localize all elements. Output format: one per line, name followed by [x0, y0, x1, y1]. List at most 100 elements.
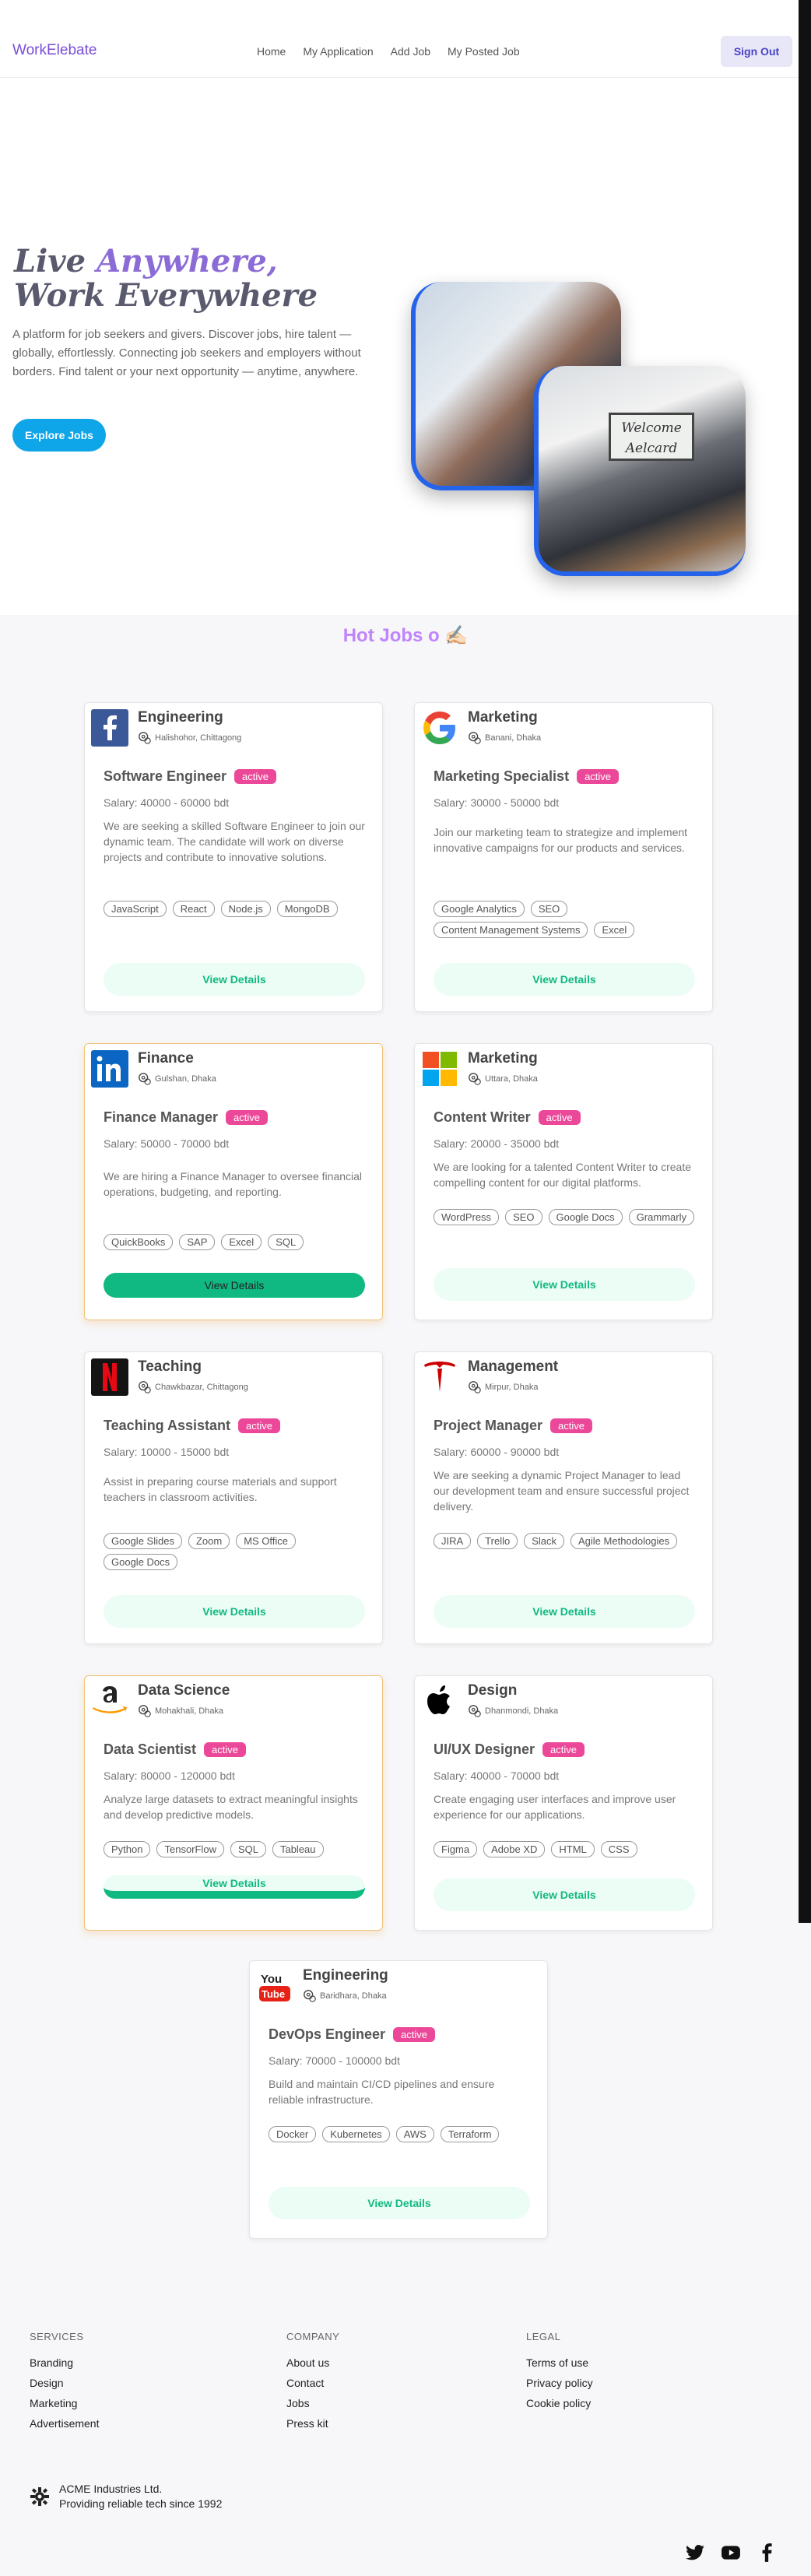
footer-link[interactable]: Terms of use [526, 2356, 593, 2369]
microsoft-logo-icon [423, 1052, 457, 1086]
job-title: UI/UX Designer active [434, 1741, 585, 1758]
youtube-icon[interactable] [721, 2543, 741, 2563]
footer-link[interactable]: Branding [30, 2356, 99, 2369]
job-title: DevOps Engineer active [269, 2026, 436, 2043]
facebook-logo-icon [91, 709, 128, 747]
status-badge: active [238, 1418, 281, 1433]
facebook-icon[interactable] [757, 2543, 777, 2563]
skill-tag: Excel [594, 922, 635, 938]
status-badge: active [393, 2027, 436, 2042]
job-title-text: Content Writer [434, 1109, 531, 1125]
job-salary: Salary: 50000 - 70000 bdt [104, 1137, 230, 1150]
company-text: ACME Industries Ltd. Providing reliable … [59, 2482, 222, 2511]
job-salary: Salary: 70000 - 100000 bdt [269, 2054, 400, 2067]
skill-tag: Google Analytics [434, 901, 525, 917]
skill-tag: Agile Methodologies [571, 1533, 678, 1549]
job-card: You Tube Engineering Baridhara, Dhaka Dev… [249, 1960, 548, 2239]
job-title-text: Finance Manager [104, 1109, 219, 1125]
nav-link-my-posted-job[interactable]: My Posted Job [448, 45, 520, 58]
job-location-text: Baridhara, Dhaka [320, 1991, 387, 2001]
twitter-icon[interactable] [685, 2543, 705, 2563]
footer-link[interactable]: Design [30, 2377, 99, 2389]
job-title-text: Teaching Assistant [104, 1418, 231, 1433]
skill-list: Python TensorFlow SQL Tableau [104, 1841, 368, 1857]
footer-link[interactable]: Privacy policy [526, 2377, 593, 2389]
footer-link[interactable]: Cookie policy [526, 2397, 593, 2409]
job-location: Halishohor, Chittagong [138, 731, 241, 745]
nav-link-home[interactable]: Home [257, 45, 286, 58]
job-description: We are hiring a Finance Manager to overs… [104, 1170, 363, 1198]
view-details-button[interactable]: View Details [104, 1595, 365, 1628]
sign-out-button[interactable]: Sign Out [721, 36, 792, 67]
job-salary: Salary: 80000 - 120000 bdt [104, 1769, 235, 1782]
footer-link[interactable]: Press kit [286, 2417, 339, 2430]
skill-tag: React [172, 901, 215, 917]
job-card: Management Mirpur, Dhaka Project Manager… [414, 1351, 713, 1644]
job-description: We are seeking a dynamic Project Manager… [434, 1469, 690, 1513]
skill-tag: Trello [477, 1533, 518, 1549]
scrollbar[interactable] [799, 0, 811, 1923]
job-title: Software Engineer active [104, 768, 277, 785]
hero-title-accent: Anywhere, [96, 243, 278, 279]
view-details-button[interactable]: View Details [434, 1878, 695, 1911]
job-title-text: UI/UX Designer [434, 1741, 535, 1757]
view-details-button[interactable]: View Details [434, 1268, 695, 1301]
location-pin-icon [469, 1705, 481, 1717]
footer-link[interactable]: Jobs [286, 2397, 339, 2409]
job-card: Marketing Uttara, Dhaka Content Writer ac… [414, 1043, 713, 1320]
explore-jobs-button[interactable]: Explore Jobs [12, 419, 106, 452]
footer-link[interactable]: Marketing [30, 2397, 99, 2409]
status-badge: active [542, 1742, 585, 1757]
welcome-sign: Welcome Aelcard [609, 413, 694, 461]
skill-list: Figma Adobe XD HTML CSS [434, 1841, 698, 1857]
skill-list: JIRA Trello Slack Agile Methodologies [434, 1533, 698, 1549]
view-details-button[interactable]: View Details [104, 963, 365, 996]
job-title: Teaching Assistant active [104, 1418, 281, 1434]
job-salary: Salary: 40000 - 70000 bdt [434, 1769, 560, 1782]
footer-heading: SERVICES [30, 2331, 84, 2342]
view-details-button[interactable]: View Details [104, 1875, 365, 1899]
skill-tag: Figma [434, 1841, 478, 1857]
footer-heading: LEGAL [526, 2331, 561, 2342]
job-location-text: Uttara, Dhaka [485, 1074, 538, 1084]
location-pin-icon [469, 732, 481, 744]
footer [0, 2312, 811, 2576]
view-details-button[interactable]: View Details [104, 1273, 365, 1298]
nav-link-my-application[interactable]: My Application [303, 45, 373, 58]
skill-list: QuickBooks SAP Excel SQL [104, 1234, 368, 1250]
job-salary: Salary: 40000 - 60000 bdt [104, 796, 230, 809]
nav-link-add-job[interactable]: Add Job [391, 45, 430, 58]
job-location-text: Gulshan, Dhaka [155, 1074, 216, 1084]
skill-tag: MS Office [236, 1533, 297, 1549]
status-badge: active [538, 1110, 581, 1125]
linkedin-logo-icon [91, 1050, 128, 1088]
footer-services: SERVICES Branding Design Marketing Adver… [30, 2331, 99, 2437]
job-card: Marketing Banani, Dhaka Marketing Specia… [414, 702, 713, 1012]
skill-tag: SQL [230, 1841, 266, 1857]
view-details-button[interactable]: View Details [434, 1595, 695, 1628]
gear-logo-icon [30, 2487, 49, 2506]
skill-list: JavaScript React Node.js MongoDB [104, 901, 368, 917]
footer-link[interactable]: About us [286, 2356, 339, 2369]
job-location-text: Dhanmondi, Dhaka [485, 1706, 559, 1716]
hot-jobs-title: Hot Jobs o ✍🏻 [342, 625, 469, 646]
location-pin-icon [139, 1381, 151, 1393]
job-salary: Salary: 10000 - 15000 bdt [104, 1446, 230, 1458]
job-description: We are seeking a skilled Software Engine… [104, 820, 365, 863]
amazon-logo-icon [93, 1686, 127, 1713]
footer-link[interactable]: Contact [286, 2377, 339, 2389]
job-category: Design [468, 1682, 518, 1699]
brand-logo[interactable]: WorkElebate [12, 42, 97, 59]
job-location: Banani, Dhaka [468, 731, 541, 745]
skill-tag: Docker [269, 2126, 317, 2142]
skill-tag: Adobe XD [483, 1841, 546, 1857]
job-title-text: Marketing Specialist [434, 768, 570, 784]
job-category: Finance [138, 1050, 194, 1067]
navbar: WorkElebate Home My Application Add Job … [0, 0, 811, 78]
footer-link[interactable]: Advertisement [30, 2417, 99, 2430]
job-location: Baridhara, Dhaka [303, 1989, 387, 2003]
company-info: ACME Industries Ltd. Providing reliable … [30, 2482, 222, 2511]
view-details-button[interactable]: View Details [269, 2187, 530, 2219]
view-details-button[interactable]: View Details [434, 963, 695, 996]
location-pin-icon [139, 1073, 151, 1085]
